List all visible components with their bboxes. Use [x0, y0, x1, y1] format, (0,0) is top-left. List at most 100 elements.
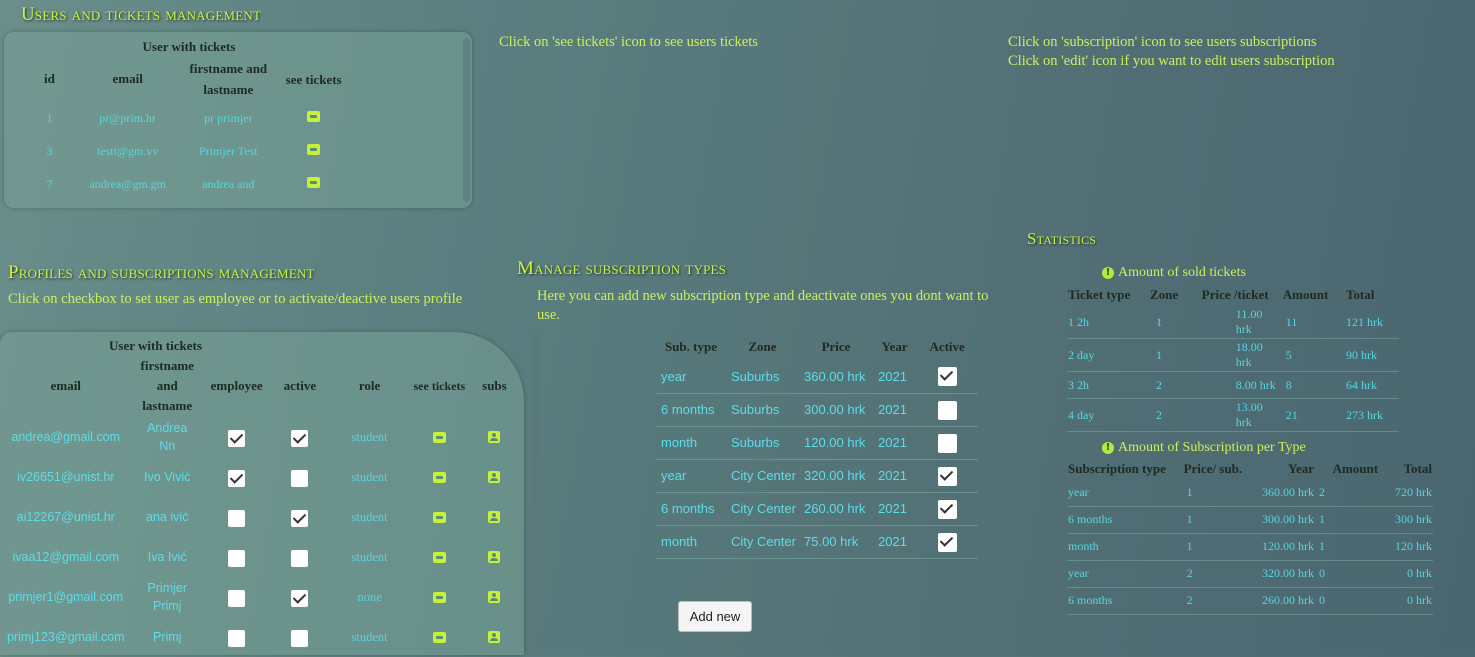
active-checkbox[interactable]	[937, 400, 957, 420]
cell-name: Andrea Nn	[132, 417, 203, 457]
note-subscription: Click on 'subscription' icon to see user…	[1008, 34, 1317, 50]
cell-amount: 2	[1316, 479, 1383, 507]
active-checkbox[interactable]	[937, 367, 957, 387]
add-new-button[interactable]: Add new	[678, 601, 752, 632]
cell-active	[270, 577, 329, 617]
see-tickets-icon[interactable]	[432, 511, 446, 523]
cell-name: ana ivić	[132, 497, 203, 537]
col-header-total: Total	[1403, 461, 1432, 476]
employee-checkbox[interactable]	[228, 549, 246, 567]
table-row: 6 months 2 260.00 hrk 0 0 hrk	[1067, 587, 1433, 615]
name-line-1: Primjer	[147, 581, 188, 595]
users-tickets-scrollbar[interactable]	[463, 38, 470, 202]
col-header-see-tickets: see tickets	[285, 71, 342, 87]
active-checkbox[interactable]	[291, 629, 309, 647]
cell-zone: 1	[1145, 306, 1198, 339]
cell-price-sub: 1	[1182, 506, 1255, 534]
table-row: year 2 320.00 hrk 0 0 hrk	[1067, 560, 1433, 588]
cell-active	[916, 492, 978, 526]
active-checkbox[interactable]	[291, 549, 309, 567]
cell-email: iv26651@unist.hr	[17, 470, 115, 484]
table-row: year City Center 320.00 hrk 2021	[656, 459, 978, 493]
see-tickets-icon[interactable]	[307, 111, 321, 122]
cell-name: Ivo Vivić	[132, 457, 203, 497]
sold-tickets-heading: ! Amount of sold tickets	[1102, 265, 1246, 281]
cell-price: 320.00 hrk	[799, 459, 874, 493]
sold-tickets-table: Ticket type Zone Price /ticket Amount To…	[1067, 284, 1399, 432]
cell-total: 120 hrk	[1382, 533, 1433, 561]
note-see-tickets: Click on 'see tickets' icon to see users…	[499, 34, 758, 50]
cell-total: 720 hrk	[1382, 479, 1433, 507]
cell-price-sub: 2	[1182, 587, 1255, 615]
see-tickets-icon[interactable]	[307, 144, 321, 155]
cell-active	[270, 537, 329, 577]
active-checkbox[interactable]	[291, 469, 309, 487]
sold-tickets-title: Amount of sold tickets	[1118, 265, 1246, 280]
subscription-icon[interactable]	[488, 590, 501, 603]
cell-see-tickets	[410, 537, 469, 577]
employee-checkbox[interactable]	[228, 509, 246, 527]
active-checkbox[interactable]	[937, 466, 957, 486]
employee-checkbox[interactable]	[228, 469, 246, 487]
cell-price: 260.00 hrk	[799, 492, 874, 526]
active-checkbox[interactable]	[291, 509, 309, 527]
cell-email: andrea@gmail.com	[11, 430, 121, 444]
col-header-year: Year	[881, 339, 908, 354]
cell-email: andrea@gm.gm	[89, 177, 167, 191]
see-tickets-icon[interactable]	[432, 591, 446, 603]
col-header-price-sub: Price/ sub.	[1183, 461, 1243, 476]
table-row: 3 2h 2 8.00 hrk 8 64 hrk	[1067, 371, 1399, 399]
cell-amount: 0	[1316, 560, 1383, 588]
cell-zone: City Center	[725, 492, 799, 526]
table-row: andrea@gmail.com Andrea Nn student	[0, 417, 520, 457]
col-header-subscription-type: Subscription type	[1068, 461, 1166, 476]
cell-total: 64 hrk	[1339, 371, 1399, 399]
cell-price: 120.00 hrk	[799, 426, 874, 460]
table-caption: User with tickets	[109, 338, 202, 353]
note-edit: Click on 'edit' icon if you want to edit…	[1008, 53, 1335, 69]
manage-subs-scrollbar[interactable]	[531, 332, 540, 650]
col-header-ticket-type: Ticket type	[1068, 287, 1131, 302]
cell-active	[270, 497, 329, 537]
col-header-subs: subs	[482, 378, 507, 393]
col-header-price: Price	[821, 339, 851, 354]
subscription-types-table: Sub. type Zone Price Year Active year Sub…	[656, 334, 978, 559]
active-checkbox[interactable]	[937, 433, 957, 453]
manage-subs-note: Here you can add new subscription type a…	[537, 288, 989, 323]
see-tickets-icon[interactable]	[432, 631, 446, 643]
table-row: iv26651@unist.hr Ivo Vivić student	[0, 457, 520, 497]
cell-price: 8.00 hrk	[1197, 371, 1282, 399]
profiles-note: Click on checkbox to set user as employe…	[8, 291, 463, 307]
see-tickets-icon[interactable]	[432, 551, 446, 563]
cell-year: 2021	[873, 360, 917, 394]
see-tickets-icon[interactable]	[432, 431, 446, 443]
employee-checkbox[interactable]	[228, 589, 246, 607]
cell-name: Iva Ivić	[132, 537, 203, 577]
see-tickets-icon[interactable]	[307, 177, 321, 188]
active-checkbox[interactable]	[937, 532, 957, 552]
name-line-1: Primj	[152, 630, 182, 644]
table-row: 1 pr@prim.hr pr primjer	[29, 102, 349, 135]
see-tickets-icon[interactable]	[432, 471, 446, 483]
cell-amount: 8	[1281, 371, 1340, 399]
cell-subscription-type: year	[1067, 560, 1183, 588]
employee-checkbox[interactable]	[228, 429, 246, 447]
active-checkbox[interactable]	[937, 499, 957, 519]
cell-active	[270, 457, 329, 497]
employee-checkbox[interactable]	[228, 629, 246, 647]
subscription-icon[interactable]	[488, 470, 501, 483]
active-checkbox[interactable]	[291, 589, 309, 607]
subscription-icon[interactable]	[488, 630, 501, 643]
subscription-icon[interactable]	[488, 550, 501, 563]
active-checkbox[interactable]	[291, 429, 309, 447]
cell-see-tickets	[271, 168, 349, 201]
col-header-sub-type: Sub. type	[664, 339, 717, 354]
cell-price: 360.00 hrk	[799, 360, 874, 394]
cell-year: 360.00 hrk	[1254, 479, 1316, 507]
cell-price: 18.00 hrk	[1197, 338, 1282, 372]
cell-zone: 2	[1145, 398, 1198, 432]
subscription-icon[interactable]	[488, 510, 501, 523]
subscription-icon[interactable]	[488, 430, 501, 443]
cell-name: pr primjer	[204, 111, 253, 125]
cell-total: 273 hrk	[1339, 398, 1399, 432]
